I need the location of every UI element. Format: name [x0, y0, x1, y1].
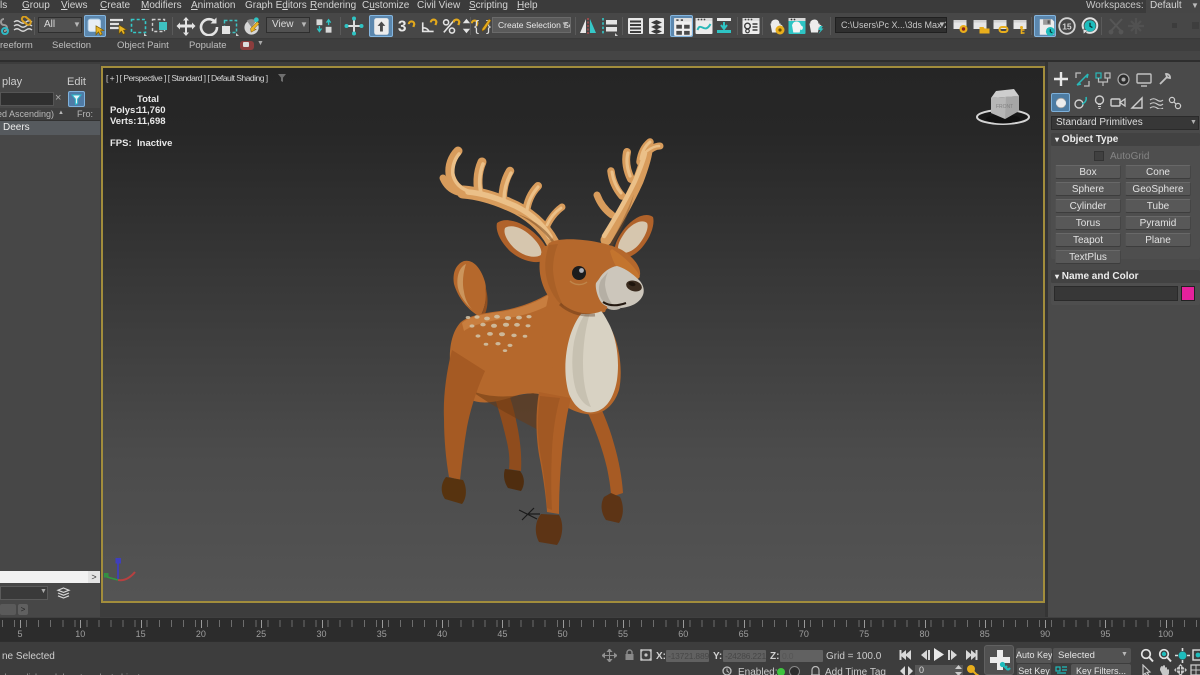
svg-text:FRONT: FRONT — [996, 104, 1013, 110]
svg-text:{: { — [474, 18, 479, 35]
svg-text:15: 15 — [1062, 21, 1072, 31]
svg-text:3: 3 — [398, 18, 407, 35]
